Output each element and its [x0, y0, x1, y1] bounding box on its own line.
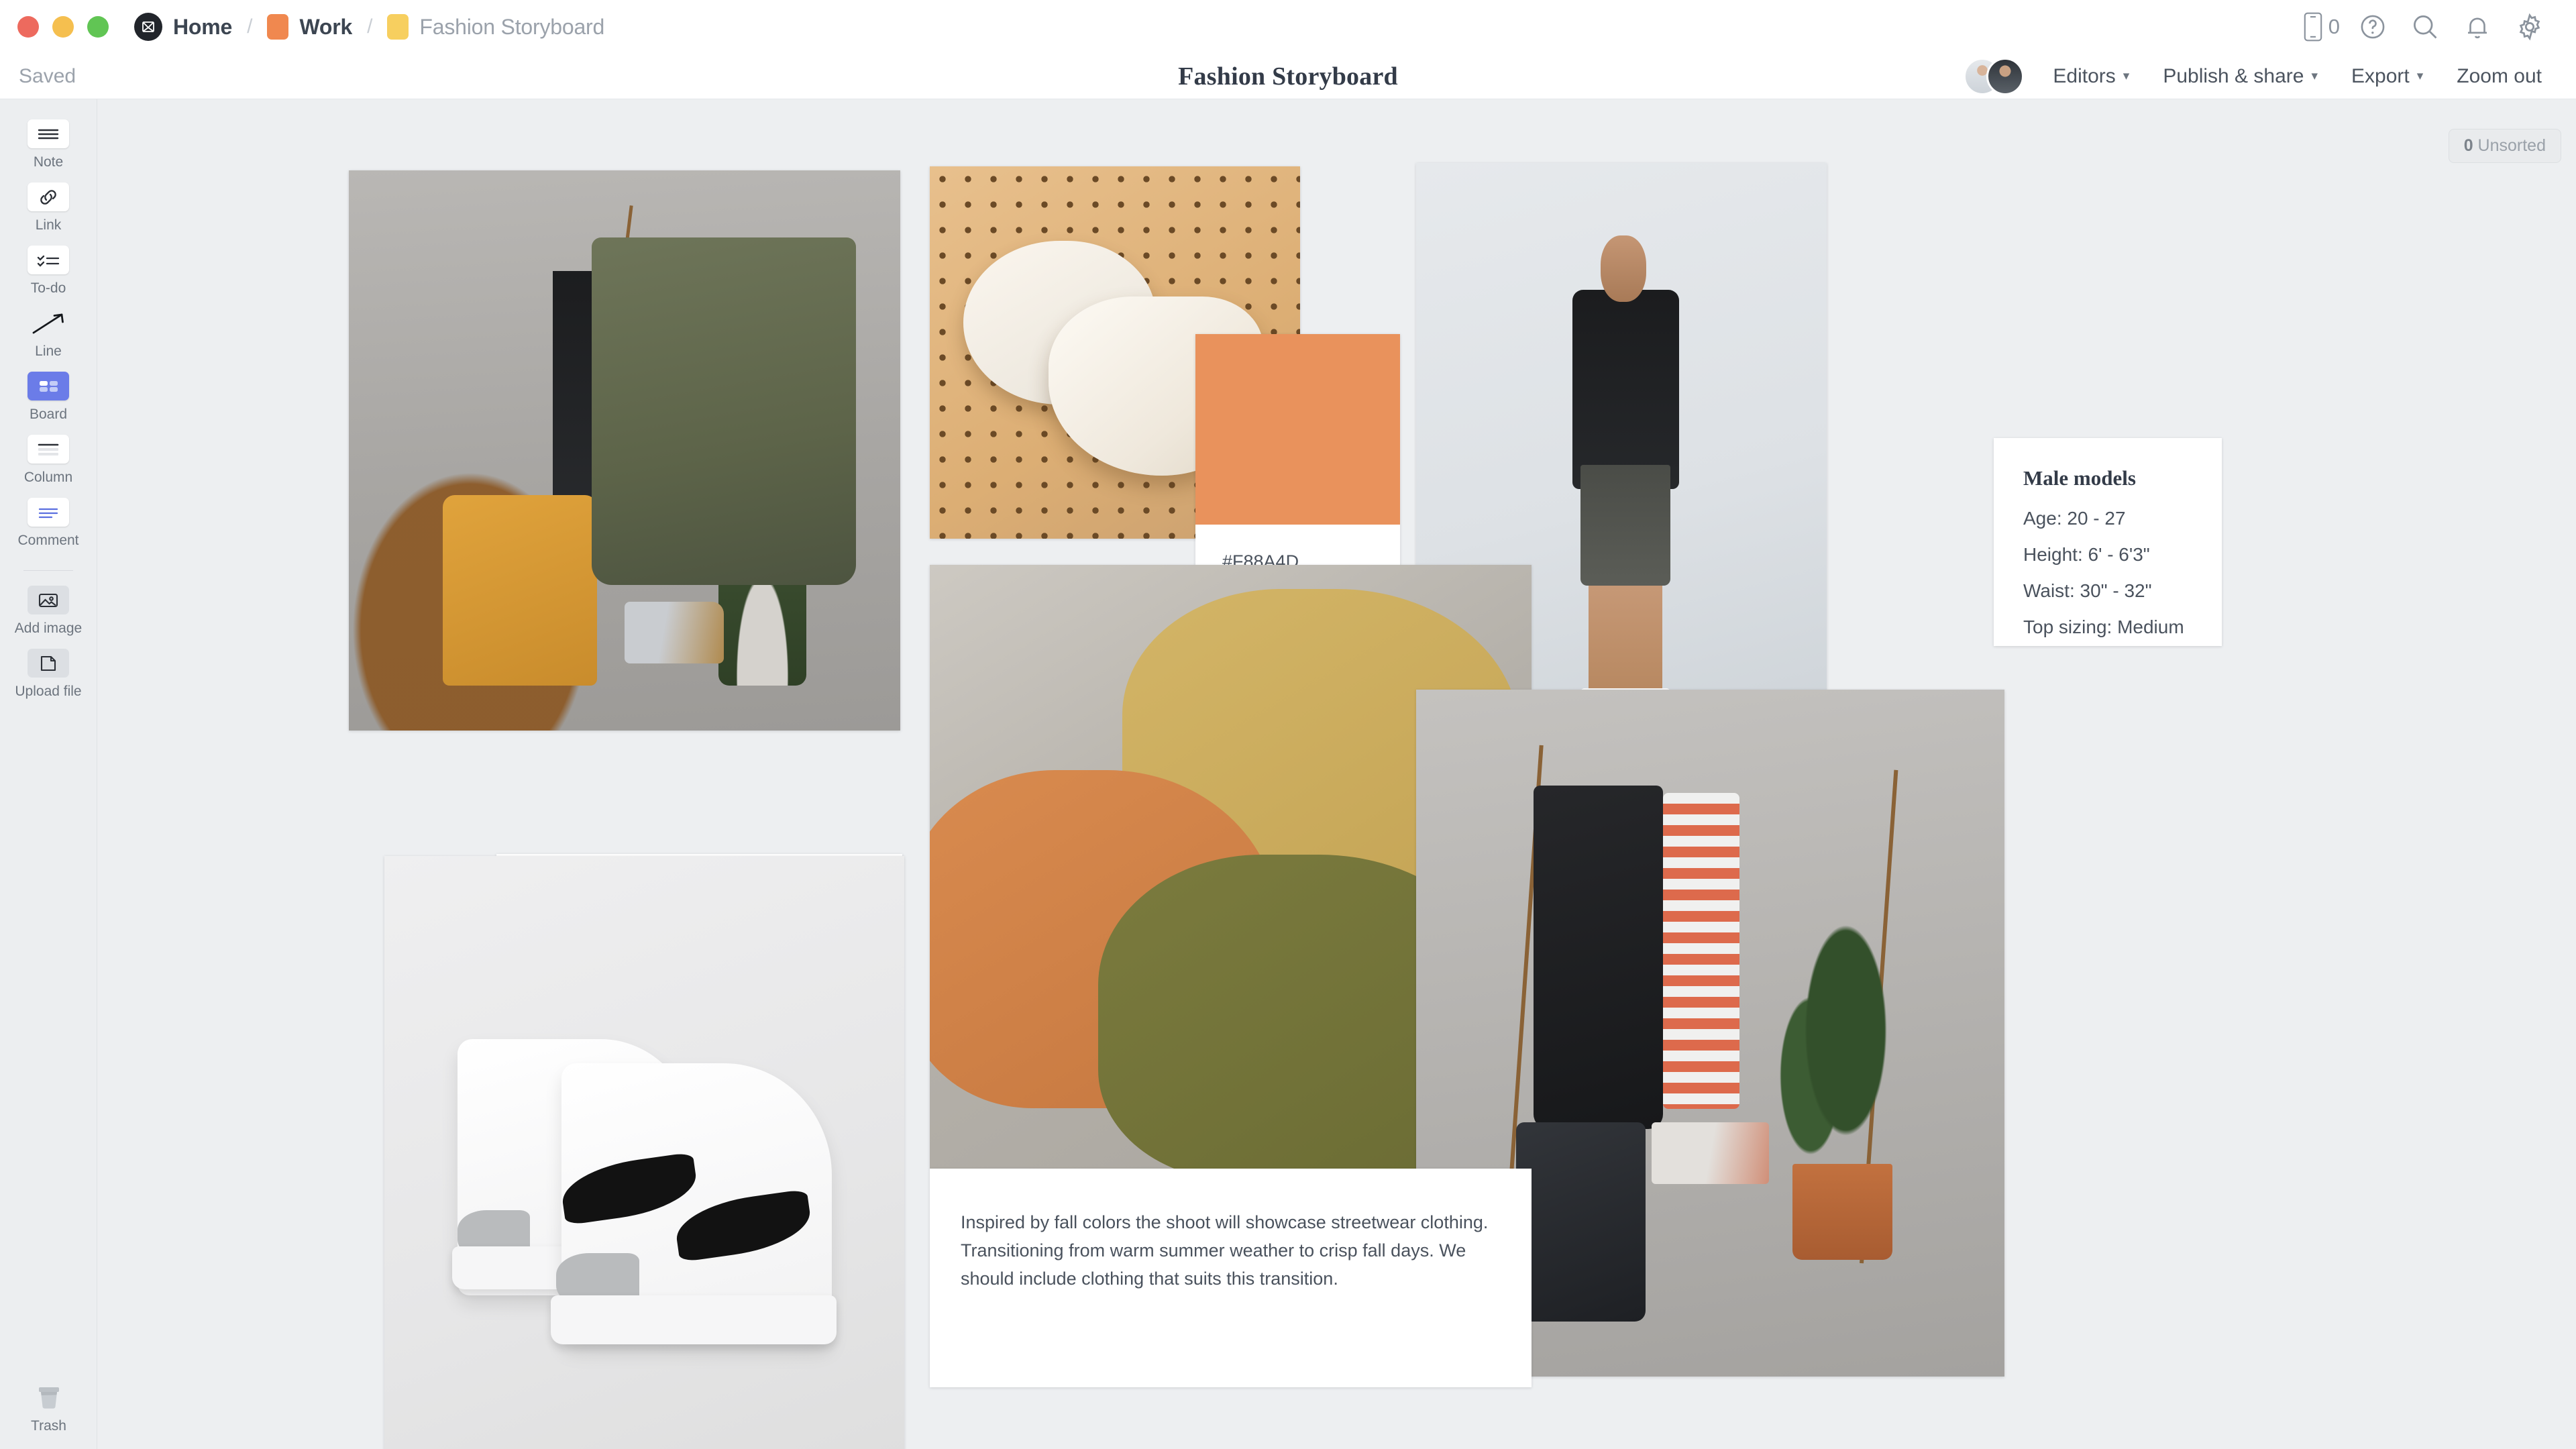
breadcrumb-item-home[interactable]: Home: [173, 15, 232, 40]
sidebar-item-trash[interactable]: Trash: [0, 1383, 97, 1434]
sidebar-divider: [23, 570, 73, 571]
topbar-actions: 0: [2287, 0, 2556, 54]
sidebar-label-upload-file: Upload file: [15, 684, 82, 699]
link-icon: [28, 182, 69, 211]
editors-button[interactable]: Editors ▾: [2036, 65, 2146, 88]
traffic-lights: [0, 16, 109, 38]
sidebar-item-link[interactable]: Link: [0, 182, 97, 233]
color-swatch-fill: [1195, 334, 1400, 525]
chevron-down-icon: ▾: [2416, 69, 2424, 83]
sidebar-item-add-image[interactable]: Add image: [0, 586, 97, 637]
sidebar-label-comment: Comment: [17, 533, 79, 548]
board-icon: [28, 372, 69, 400]
sidebar-item-board[interactable]: Board: [0, 372, 97, 423]
blazer-photo-image: [384, 856, 904, 1449]
photo-detail-plant: [718, 506, 807, 686]
sidebar-item-line[interactable]: Line: [0, 309, 97, 360]
export-label: Export: [2351, 64, 2410, 87]
board-card-blazer-photo[interactable]: [384, 856, 904, 1449]
model-info-waist: Waist: 30" - 32": [2023, 580, 2152, 601]
todo-icon: [28, 246, 69, 274]
zoom-out-label: Zoom out: [2457, 64, 2542, 87]
export-button[interactable]: Export ▾: [2334, 65, 2440, 88]
sidebar-label-note: Note: [33, 154, 64, 170]
breadcrumb: Home / Work / Fashion Storyboard: [134, 13, 604, 41]
publish-share-label: Publish & share: [2163, 64, 2304, 87]
column-icon: [28, 435, 69, 464]
breadcrumb-chip-work: [267, 14, 289, 40]
photo-detail-legs: [1589, 580, 1663, 700]
tool-sidebar: Note Link To-do Line Board Column Commen…: [0, 99, 97, 1449]
photo-detail-head: [1601, 235, 1646, 302]
minimize-window-button[interactable]: [52, 16, 74, 38]
photo-detail-pot: [1792, 1163, 1893, 1260]
breadcrumb-item-work[interactable]: Work: [299, 15, 352, 40]
sidebar-item-upload-file[interactable]: Upload file: [0, 649, 97, 700]
search-icon[interactable]: [2399, 1, 2451, 53]
board-toolbar-actions: Editors ▾ Publish & share ▾ Export ▾ Zoo…: [1964, 57, 2559, 95]
settings-icon[interactable]: [2504, 1, 2556, 53]
chevron-down-icon: ▾: [2311, 69, 2318, 83]
comment-icon: [28, 498, 69, 527]
unsorted-count: 0: [2463, 136, 2473, 155]
rack-photo-image: [349, 170, 900, 731]
board-card-model-info[interactable]: Male models Age: 20 - 27 Height: 6' - 6'…: [1994, 438, 2222, 646]
breadcrumb-item-storyboard: Fashion Storyboard: [419, 14, 605, 39]
line-arrow-icon: [28, 309, 69, 337]
sidebar-item-comment[interactable]: Comment: [0, 498, 97, 549]
photo-detail-jacket: [1534, 786, 1664, 1130]
chevron-down-icon: ▾: [2123, 69, 2130, 83]
board-card-rack-photo[interactable]: [349, 170, 900, 731]
unsorted-badge[interactable]: 0 Unsorted: [2448, 129, 2561, 163]
breadcrumb-separator: /: [367, 15, 373, 38]
image-icon: [28, 586, 69, 614]
help-icon[interactable]: [2347, 1, 2399, 53]
sidebar-label-line: Line: [35, 343, 62, 359]
brief-note-body: Inspired by fall colors the shoot will s…: [961, 1212, 1489, 1289]
board-card-brief-note[interactable]: Inspired by fall colors the shoot will s…: [930, 1169, 1532, 1387]
sidebar-label-todo: To-do: [30, 280, 66, 296]
sidebar-item-todo[interactable]: To-do: [0, 246, 97, 297]
photo-detail-backpack: [1516, 1122, 1646, 1322]
photo-detail-sole-front: [551, 1295, 837, 1344]
editors-label: Editors: [2053, 64, 2116, 87]
model-info-height: Height: 6' - 6'3": [2023, 544, 2150, 565]
photo-detail-sneakers: [1651, 1122, 1770, 1185]
breadcrumb-chip-storyboard: [387, 14, 409, 40]
note-icon: [28, 119, 69, 148]
model-info-topsize: Top sizing: Medium: [2023, 616, 2184, 637]
sidebar-item-note[interactable]: Note: [0, 119, 97, 170]
board-toolbar: Saved Fashion Storyboard Editors ▾ Publi…: [0, 54, 2576, 99]
photo-detail-backpack: [442, 495, 597, 686]
sidebar-label-link: Link: [35, 217, 62, 233]
sidebar-label-column: Column: [23, 470, 73, 485]
trash-icon: [28, 1383, 70, 1412]
unsorted-label: Unsorted: [2477, 136, 2546, 155]
sidebar-item-column[interactable]: Column: [0, 435, 97, 486]
mobile-device-count: 0: [2328, 15, 2340, 38]
breadcrumb-separator: /: [247, 15, 253, 38]
close-window-button[interactable]: [17, 16, 39, 38]
sidebar-label-add-image: Add image: [14, 621, 83, 636]
milanote-logo-icon[interactable]: [134, 13, 162, 41]
photo-detail-sneaker: [625, 601, 724, 663]
notifications-icon[interactable]: [2451, 1, 2504, 53]
publish-share-button[interactable]: Publish & share ▾: [2146, 65, 2334, 88]
zoom-out-button[interactable]: Zoom out: [2440, 65, 2559, 88]
model-info-heading: Male models: [2023, 466, 2136, 490]
editor-avatars[interactable]: [1964, 57, 2025, 95]
sidebar-label-trash: Trash: [31, 1418, 66, 1434]
window-titlebar: Home / Work / Fashion Storyboard 0: [0, 0, 2576, 54]
maximize-window-button[interactable]: [87, 16, 109, 38]
board-canvas[interactable]: 0 Unsorted #F88A4D Male models Age: 20 -…: [97, 99, 2576, 1449]
photo-detail-striped-shirt: [1663, 792, 1740, 1109]
sidebar-label-board: Board: [29, 407, 68, 422]
avatar[interactable]: [1986, 57, 2025, 95]
model-info-age: Age: 20 - 27: [2023, 508, 2126, 529]
file-icon: [28, 649, 69, 678]
